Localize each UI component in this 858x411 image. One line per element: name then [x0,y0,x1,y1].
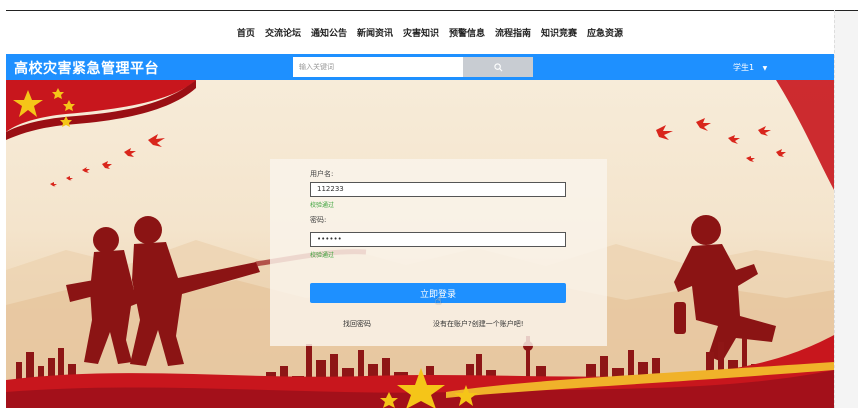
birds-right [656,118,786,162]
site-title: 高校灾害紧急管理平台 [14,61,159,77]
nav-item-forum[interactable]: 交流论坛 [265,26,301,39]
nav-item-warnings[interactable]: 预警信息 [449,26,485,39]
password-label: 密码: [310,216,327,224]
chevron-down-icon: ▼ [762,65,768,72]
register-link[interactable]: 没有在账户?创建一个账户吧! [433,319,524,329]
browser-viewport: 首页 交流论坛 通知公告 新闻资讯 灾害知识 预警信息 流程指南 知识竞赛 应急… [6,10,834,408]
search-button[interactable] [463,57,533,77]
login-card: 用户名: 112233 校验通过 密码: •••••• 校验通过 立即登录 找回… [270,159,607,346]
username-label: 用户名: [310,170,334,178]
header-bar: 高校灾害紧急管理平台 学生1 ▼ [6,54,834,80]
search-icon [493,62,502,71]
nav-item-notices[interactable]: 通知公告 [311,26,347,39]
password-validation-status: 校验通过 [310,252,335,259]
user-menu[interactable]: 学生1 ▼ [733,62,767,73]
nav-item-disaster-knowledge[interactable]: 灾害知识 [403,26,439,39]
forgot-password-link[interactable]: 找回密码 [343,319,371,329]
nav-item-quiz[interactable]: 知识竞赛 [541,26,577,39]
birds-left [50,134,165,187]
nav-item-news[interactable]: 新闻资讯 [357,26,393,39]
right-edge-strip [834,10,858,408]
mouse-cursor-icon: ☝ [435,294,442,307]
username-field[interactable]: 112233 [310,182,566,197]
username-validation-status: 校验通过 [310,202,335,209]
password-field[interactable]: •••••• [310,232,566,247]
nav-item-home[interactable]: 首页 [237,26,255,39]
search-input[interactable] [293,57,463,77]
nav-item-process-guide[interactable]: 流程指南 [495,26,531,39]
top-navigation: 首页 交流论坛 通知公告 新闻资讯 灾害知识 预警信息 流程指南 知识竞赛 应急… [6,11,834,54]
nav-item-emergency-resources[interactable]: 应急资源 [587,26,623,39]
user-name: 学生1 [733,63,755,72]
